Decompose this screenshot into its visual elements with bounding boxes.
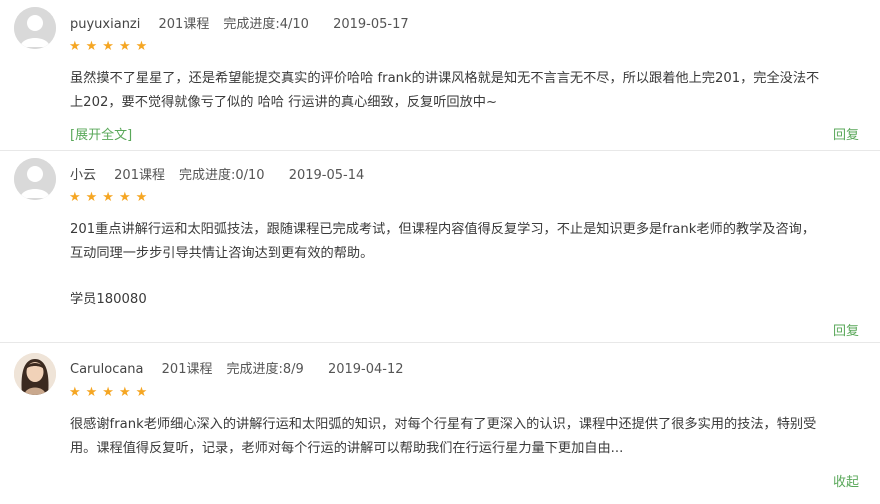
comment-date: 2019-05-17	[333, 17, 409, 32]
comment-line: 201重点讲解行运和太阳弧技法，跟随课程已完成考试，但课程内容值得反复学习，不止…	[70, 222, 816, 237]
username[interactable]: Carulocana	[70, 362, 144, 377]
progress-text: 完成进度:8/9	[226, 362, 304, 377]
username[interactable]: 小云	[70, 168, 96, 183]
comment-signature: 学员180080	[70, 292, 147, 307]
comment-meta: puyuxianzi 201课程 完成进度:4/10 2019-05-17	[70, 13, 423, 32]
course-name: 201课程	[161, 362, 213, 377]
comment-date: 2019-04-12	[327, 362, 404, 377]
star-rating: ★★★★★	[69, 39, 153, 54]
progress-text: 完成进度:0/10	[178, 168, 265, 183]
comment-item: 小云 201课程 完成进度:0/10 2019-05-14 ★★★★★ 201重点…	[0, 151, 880, 341]
comment-line: 用。课程值得反复听，记录，老师对每个行运的讲解可以帮助我们在行运行星力量下更加自…	[70, 441, 624, 456]
comment-meta: 小云 201课程 完成进度:0/10 2019-05-14	[70, 164, 378, 183]
star-rating: ★★★★★	[69, 190, 153, 205]
collapse-button[interactable]: 收起	[833, 471, 859, 490]
reply-button[interactable]: 回复	[833, 124, 859, 143]
default-avatar-icon[interactable]	[14, 7, 56, 49]
comment-meta: Carulocana 201课程 完成进度:8/9 2019-04-12	[70, 358, 418, 377]
comment-text: 虽然摸不了星星了，还是希望能提交真实的评价哈哈 frank的讲课风格就是知无不言…	[70, 67, 865, 115]
comment-date: 2019-05-14	[288, 168, 365, 183]
comment-line: 虽然摸不了星星了，还是希望能提交真实的评价哈哈 frank的讲课风格就是知无不言…	[70, 71, 820, 86]
expand-full-text-link[interactable]: [展开全文]	[70, 124, 132, 143]
course-name: 201课程	[158, 17, 210, 32]
comment-line: 很感谢frank老师细心深入的讲解行运和太阳弧的知识，对每个行星有了更深入的认识…	[70, 417, 817, 432]
star-rating: ★★★★★	[69, 385, 153, 400]
default-avatar-icon[interactable]	[14, 158, 56, 200]
comment-line: 上202，要不觉得就像亏了似的 哈哈 行运讲的真心细致，反复听回放中~	[70, 95, 498, 110]
comment-line: 互动同理一步步引导共情让咨询达到更有效的帮助。	[70, 246, 374, 261]
progress-text: 完成进度:4/10	[223, 17, 309, 32]
comment-item: puyuxianzi 201课程 完成进度:4/10 2019-05-17 ★★★…	[0, 0, 880, 150]
comment-text: 很感谢frank老师细心深入的讲解行运和太阳弧的知识，对每个行星有了更深入的认识…	[70, 413, 865, 461]
reply-button[interactable]: 回复	[833, 320, 859, 339]
user-photo-avatar[interactable]	[14, 353, 56, 395]
username[interactable]: puyuxianzi	[70, 17, 140, 32]
course-name: 201课程	[114, 168, 165, 183]
comment-item: Carulocana 201课程 完成进度:8/9 2019-04-12 ★★★★…	[0, 343, 880, 504]
comment-text: 201重点讲解行运和太阳弧技法，跟随课程已完成考试，但课程内容值得反复学习，不止…	[70, 218, 865, 266]
